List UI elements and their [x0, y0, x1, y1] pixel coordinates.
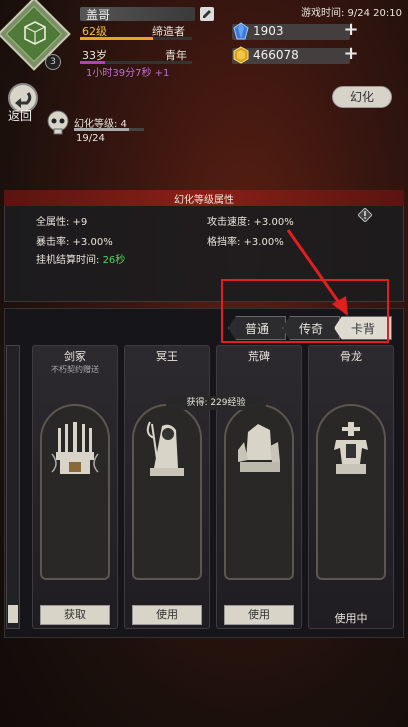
stone-tablet-icon [238, 424, 280, 472]
age-timer: 1小时39分7秒 +1 [86, 68, 170, 79]
cube-gem-icon [24, 21, 46, 45]
illusion-button[interactable]: 幻化 [332, 86, 392, 108]
card-name: 荒碑 [248, 350, 270, 363]
skull-icon [47, 110, 69, 135]
blue-gem-icon [233, 22, 249, 40]
add-gold-button[interactable]: + [343, 45, 359, 63]
info-icon[interactable] [358, 208, 372, 222]
card-name: 冥王 [156, 350, 178, 363]
attr-idle-value: 26秒 [102, 255, 126, 266]
back-label[interactable]: 返回 [8, 107, 32, 124]
sword-throne-icon [51, 422, 99, 474]
card-name: 骨龙 [340, 350, 362, 363]
add-gem-button[interactable]: + [343, 21, 359, 39]
exp-reward-tag: 获得: 229经验 [166, 396, 266, 410]
level-progress-fill [80, 37, 153, 40]
avatar-level-badge: 3 [45, 54, 61, 70]
red-arrow-icon [286, 229, 348, 316]
use-button[interactable]: 使用 [132, 605, 202, 625]
gold-value: 466078 [253, 48, 299, 62]
obtain-button[interactable]: 获取 [40, 605, 110, 625]
card-partial-left-button[interactable] [8, 605, 18, 623]
attr-idle-time: 挂机结算时间: 26秒 [36, 251, 125, 266]
card-subtitle: 不朽契约赠送 [51, 365, 99, 374]
card-partial-left [6, 345, 20, 629]
gold-ingot-icon [233, 46, 249, 64]
gem-value: 1903 [253, 24, 284, 38]
player-name: 盖哥 [86, 8, 111, 22]
bone-dragon-icon [334, 422, 368, 474]
reaper-icon [146, 421, 184, 476]
attr-all: 全属性: +9 [36, 217, 88, 228]
game-time: 游戏时间: 9/24 20:10 [300, 8, 402, 19]
illusion-progress-fill [74, 128, 130, 131]
attribute-panel-title: 幻化等级属性 [174, 195, 234, 206]
card-name: 剑冢 [64, 350, 86, 363]
attr-idle-label: 挂机结算时间: [36, 255, 103, 266]
in-use-status: 使用中 [334, 612, 368, 625]
attr-block: 格挡率: +3.00% [207, 237, 284, 248]
gem-currency-bar [232, 24, 350, 40]
illusion-exp: 19/24 [76, 133, 105, 144]
attr-crit: 暴击率: +3.00% [36, 237, 113, 248]
edit-name-icon[interactable] [200, 7, 214, 21]
use-button[interactable]: 使用 [224, 605, 294, 625]
